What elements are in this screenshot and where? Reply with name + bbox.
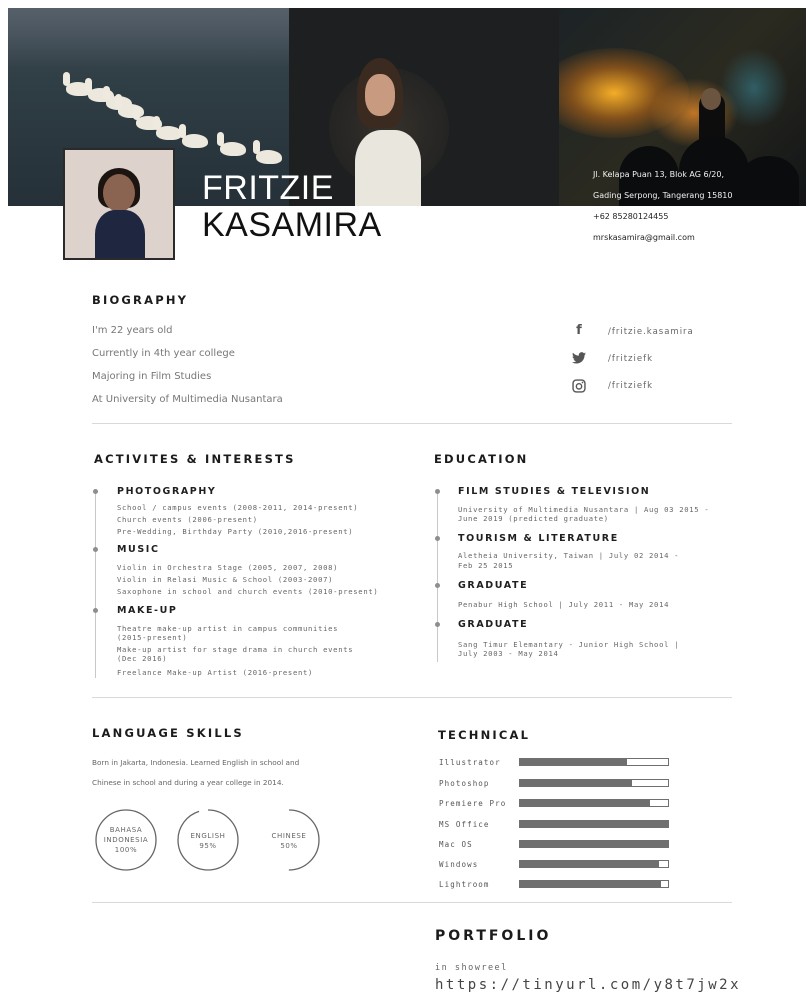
activity-detail: School / campus events (2008-2011, 2014-… [117, 503, 359, 512]
language-label-chinese: CHINESE 50% [271, 832, 307, 850]
education-detail: University of Multimedia Nusantara | Aug… [458, 505, 710, 514]
address-line-2: Gading Serpong, Tangerang 15810 [593, 191, 733, 200]
email-address[interactable]: mrskasamira@gmail.com [593, 233, 695, 242]
language-heading: LANGUAGE SKILLS [92, 726, 244, 740]
activity-title: MUSIC [117, 544, 160, 555]
timeline-dot [93, 489, 98, 494]
bio-line: I'm 22 years old [92, 325, 173, 336]
skill-label: Mac OS [439, 840, 473, 849]
education-title: FILM STUDIES & TELEVISION [458, 486, 651, 497]
facebook-icon[interactable]: f [572, 324, 586, 338]
profile-photo [63, 148, 175, 260]
skill-bar [519, 840, 669, 848]
skill-label: Illustrator [439, 758, 501, 767]
twitter-icon[interactable] [572, 352, 586, 366]
language-description: Born in Jakarta, Indonesia. Learned Engl… [92, 758, 300, 767]
timeline-dot [435, 622, 440, 627]
first-name: FRITZIE [202, 169, 334, 207]
education-timeline [437, 492, 438, 662]
education-title: GRADUATE [458, 619, 529, 630]
skill-bar [519, 799, 669, 807]
language-label-english: ENGLISH 95% [190, 832, 226, 850]
language-label-indonesia: BAHASA INDONESIA 100% [103, 826, 149, 854]
timeline-dot [435, 489, 440, 494]
timeline-dot [93, 608, 98, 613]
skill-label: MS Office [439, 820, 490, 829]
timeline-dot [435, 536, 440, 541]
address-line-1: Jl. Kelapa Puan 13, Blok AG 6/20, [593, 170, 724, 179]
language-description: Chinese in school and during a year coll… [92, 778, 284, 787]
timeline-dot [93, 547, 98, 552]
activities-timeline [95, 492, 96, 678]
portfolio-subtitle: in showreel [435, 963, 508, 973]
instagram-handle[interactable]: /fritziefk [608, 381, 653, 391]
activity-detail: Violin in Relasi Music & School (2003-20… [117, 575, 334, 584]
biography-heading: BIOGRAPHY [92, 293, 189, 307]
activity-title: MAKE-UP [117, 605, 178, 616]
education-detail: Feb 25 2015 [458, 561, 514, 570]
skill-label: Windows [439, 860, 479, 869]
activity-detail: Church events (2006-present) [117, 515, 258, 524]
skill-label: Premiere Pro [439, 799, 507, 808]
education-detail: June 2019 (predicted graduate) [458, 514, 609, 523]
phone-number: +62 85280124455 [593, 212, 669, 221]
activity-detail: Saxophone in school and church events (2… [117, 587, 379, 596]
technical-heading: TECHNICAL [438, 728, 531, 742]
education-detail: Penabur High School | July 2011 - May 20… [458, 600, 670, 609]
section-divider [92, 423, 732, 424]
section-divider [92, 902, 732, 903]
skill-bar [519, 880, 669, 888]
activity-detail: (Dec 2016) [117, 654, 168, 663]
instagram-icon[interactable] [572, 379, 586, 393]
activity-detail: Make-up artist for stage drama in church… [117, 645, 354, 654]
activity-detail: Pre-Wedding, Birthday Party (2010,2016-p… [117, 527, 354, 536]
portfolio-heading: PORTFOLIO [435, 928, 552, 944]
skill-bar [519, 758, 669, 766]
activity-detail: Theatre make-up artist in campus communi… [117, 624, 339, 633]
last-name: KASAMIRA [202, 206, 382, 244]
skill-label: Photoshop [439, 779, 490, 788]
twitter-handle[interactable]: /fritziefk [608, 354, 653, 364]
bio-line: Majoring in Film Studies [92, 371, 212, 382]
education-detail: Sang Timur Elemantary - Junior High Scho… [458, 640, 680, 649]
portfolio-link[interactable]: https://tinyurl.com/y8t7jw2x [435, 977, 741, 993]
activity-detail: Freelance Make-up Artist (2016-present) [117, 668, 314, 677]
education-detail: Aletheia University, Taiwan | July 02 20… [458, 551, 680, 560]
timeline-dot [435, 583, 440, 588]
skill-bar [519, 779, 669, 787]
bio-line: At University of Multimedia Nusantara [92, 394, 283, 405]
activity-detail: Violin in Orchestra Stage (2005, 2007, 2… [117, 563, 339, 572]
skill-label: Lightroom [439, 880, 490, 889]
activities-heading: ACTIVITES & INTERESTS [94, 452, 296, 466]
education-detail: July 2003 - May 2014 [458, 649, 559, 658]
full-name: FRITZIE KASAMIRA [202, 170, 382, 244]
activity-title: PHOTOGRAPHY [117, 486, 217, 497]
education-title: TOURISM & LITERATURE [458, 533, 619, 544]
education-title: GRADUATE [458, 580, 529, 591]
education-heading: EDUCATION [434, 452, 529, 466]
bio-line: Currently in 4th year college [92, 348, 235, 359]
facebook-handle[interactable]: /fritzie.kasamira [608, 327, 694, 337]
skill-bar [519, 860, 669, 868]
skill-bar [519, 820, 669, 828]
section-divider [92, 697, 732, 698]
activity-detail: (2015-present) [117, 633, 188, 642]
